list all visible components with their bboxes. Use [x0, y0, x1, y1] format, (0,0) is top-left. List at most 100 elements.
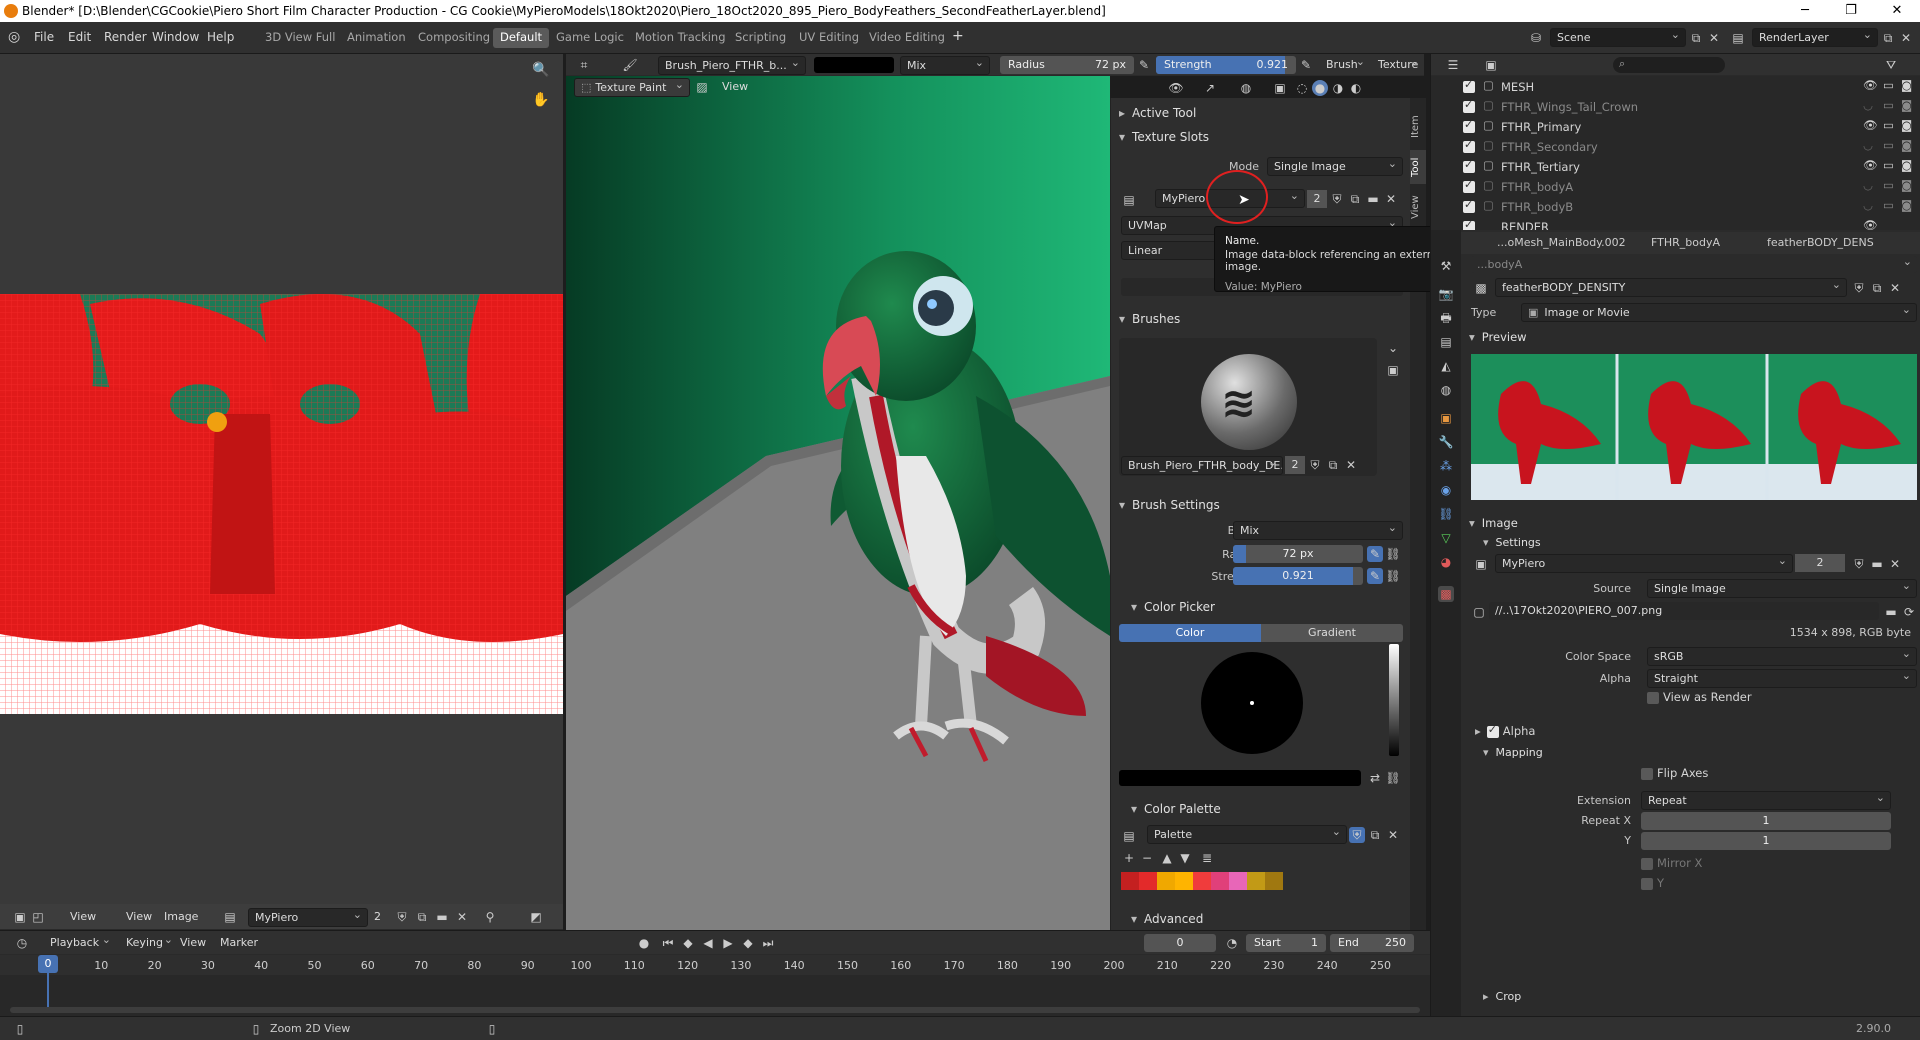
- open-image-icon[interactable]: ▬: [434, 909, 450, 925]
- viewport-icon[interactable]: ▭: [1883, 138, 1894, 152]
- tool-tab-icon[interactable]: ⚒: [1438, 258, 1454, 274]
- tab-view[interactable]: View: [1410, 190, 1426, 224]
- jump-start-icon[interactable]: ⏮: [660, 935, 676, 951]
- render-icon[interactable]: ◙: [1901, 178, 1912, 192]
- play-reverse-icon[interactable]: ◀: [700, 935, 716, 951]
- extension-dropdown[interactable]: Repeat: [1641, 791, 1891, 810]
- outliner-type-icon[interactable]: ☰: [1445, 57, 1461, 73]
- unlink-image-icon[interactable]: ✕: [1383, 191, 1399, 207]
- strength-field[interactable]: 0.921: [1233, 567, 1363, 585]
- view-layer-tab-icon[interactable]: ▤: [1438, 334, 1454, 350]
- menu-edit[interactable]: Edit: [68, 30, 91, 44]
- delete-scene-icon[interactable]: ✕: [1706, 30, 1722, 46]
- outliner-row[interactable]: ▢ FTHR_Tertiary 👁 ▭ ◙: [1431, 156, 1920, 176]
- uv-select-icon[interactable]: ◰: [30, 909, 46, 925]
- image-fake-user-icon[interactable]: ⛨: [1851, 556, 1867, 572]
- image-name-field[interactable]: MyPiero: [1495, 554, 1793, 573]
- breadcrumb-mesh[interactable]: ...oMesh_MainBody.002: [1497, 236, 1626, 249]
- xray-icon[interactable]: ▣: [1272, 80, 1288, 96]
- brush-color-swatch[interactable]: [814, 57, 894, 73]
- outliner-row[interactable]: ▢ FTHR_Wings_Tail_Crown ◡ ▭ ◙: [1431, 96, 1920, 116]
- brush-fake-user-icon[interactable]: ⛨: [1307, 457, 1323, 473]
- blend-mode-dropdown[interactable]: Mix: [900, 56, 990, 75]
- fake-user-icon[interactable]: ⛨: [394, 909, 410, 925]
- fake-user-icon[interactable]: ⛨: [1329, 191, 1345, 207]
- tab-scripting[interactable]: Scripting: [728, 28, 793, 48]
- image-section[interactable]: Image: [1461, 512, 1920, 534]
- outliner-row[interactable]: ▢ MESH 👁 ▭ ◙: [1431, 76, 1920, 96]
- solid-shading-icon[interactable]: ●: [1312, 80, 1328, 96]
- palette-duplicate-icon[interactable]: ⧉: [1367, 827, 1383, 843]
- palette-swatch[interactable]: [1157, 872, 1175, 890]
- overlay-toggle-icon[interactable]: ◍: [1238, 80, 1254, 96]
- image-unlink-icon[interactable]: ✕: [1887, 556, 1903, 572]
- alpha-mode-dropdown[interactable]: Straight: [1647, 669, 1917, 688]
- 3d-viewport[interactable]: [566, 76, 1110, 930]
- open-image-icon[interactable]: ▬: [1365, 191, 1381, 207]
- gradient-tab[interactable]: Gradient: [1261, 624, 1403, 642]
- record-icon[interactable]: ●: [636, 935, 652, 951]
- editor-type-icon[interactable]: ▣: [12, 909, 28, 925]
- texture-slot-dropdown[interactable]: ...bodyA: [1471, 256, 1917, 273]
- data-tab-icon[interactable]: ▽: [1438, 530, 1454, 546]
- render-icon[interactable]: ◙: [1901, 138, 1912, 152]
- next-keyframe-icon[interactable]: ◆: [740, 935, 756, 951]
- texture-slots-section[interactable]: Texture Slots: [1111, 126, 1410, 148]
- preview-section[interactable]: Preview: [1461, 326, 1920, 348]
- brush-settings-section[interactable]: Brush Settings: [1111, 494, 1410, 516]
- tab-tool[interactable]: Tool: [1410, 150, 1426, 184]
- eye-icon[interactable]: 👁: [1863, 78, 1878, 92]
- playback-menu[interactable]: Playback: [44, 934, 116, 951]
- colorspace-dropdown[interactable]: sRGB: [1647, 647, 1917, 666]
- brush-menu[interactable]: Brush: [1320, 56, 1370, 73]
- palette-add-icon[interactable]: +: [1121, 850, 1137, 866]
- render-layer-icon[interactable]: ▤: [1730, 30, 1746, 46]
- blender-menu-icon[interactable]: ◎: [8, 29, 20, 45]
- tab-uv-editing[interactable]: UV Editing: [792, 28, 866, 48]
- brush-image-icon[interactable]: ▣: [1385, 362, 1401, 378]
- radius-unit-icon[interactable]: ⛓: [1385, 546, 1401, 562]
- repeat-y-field[interactable]: 1: [1641, 832, 1891, 850]
- palette-sort-icon[interactable]: ≣: [1199, 850, 1215, 866]
- crop-section[interactable]: Crop: [1475, 986, 1920, 1008]
- new-layer-icon[interactable]: ⧉: [1880, 30, 1896, 46]
- eye-closed-icon[interactable]: ◡: [1863, 198, 1873, 212]
- object-tab-icon[interactable]: ▣: [1438, 410, 1454, 426]
- brushes-section[interactable]: Brushes: [1111, 308, 1410, 330]
- palette-browse-icon[interactable]: ▤: [1121, 828, 1137, 844]
- add-workspace-icon[interactable]: +: [952, 28, 964, 44]
- scene-selector[interactable]: Scene: [1550, 28, 1686, 47]
- delete-layer-icon[interactable]: ✕: [1898, 30, 1914, 46]
- render-icon[interactable]: ◙: [1901, 118, 1912, 132]
- render-tab-icon[interactable]: 📷: [1438, 286, 1454, 302]
- eye-closed-icon[interactable]: ◡: [1863, 178, 1873, 192]
- texture-fake-user-icon[interactable]: ⛨: [1851, 280, 1867, 296]
- filepath-field[interactable]: //..\17Okt2020\PIERO_007.png: [1489, 602, 1879, 620]
- color-wheel[interactable]: [1201, 652, 1303, 754]
- palette-name-field[interactable]: Palette: [1147, 825, 1347, 844]
- jump-end-icon[interactable]: ⏭: [760, 935, 776, 951]
- color-picker-section[interactable]: Color Picker: [1111, 596, 1410, 618]
- mode-selector[interactable]: ⬚ Texture Paint: [574, 78, 690, 97]
- radius-field[interactable]: 72 px: [1233, 545, 1363, 563]
- blend-dropdown[interactable]: Mix: [1233, 521, 1403, 540]
- eye-icon[interactable]: 👁: [1863, 118, 1878, 132]
- mirror-x-checkbox[interactable]: Mirror X: [1641, 856, 1702, 876]
- rendered-shading-icon[interactable]: ◐: [1348, 80, 1364, 96]
- brush-users-count[interactable]: 2: [1285, 456, 1305, 474]
- timeline-view-menu[interactable]: View: [180, 936, 206, 949]
- timeline-scrollbar[interactable]: [10, 1007, 1420, 1013]
- menu-help[interactable]: Help: [207, 30, 234, 44]
- radius-pressure-icon[interactable]: ✎: [1136, 57, 1152, 73]
- menu-render[interactable]: Render: [104, 30, 147, 44]
- active-tool-section[interactable]: Active Tool: [1111, 102, 1410, 124]
- alpha-checkbox[interactable]: ▸Alpha: [1475, 723, 1535, 744]
- start-frame-field[interactable]: Start 1: [1246, 934, 1326, 952]
- unlink-image-icon[interactable]: ✕: [454, 909, 470, 925]
- frame-ruler[interactable]: 0 10 20 30 40 50 60 70 80 90 100 110 120 130 140 150 160…: [0, 955, 1430, 975]
- pan-hand-icon[interactable]: ✋: [532, 92, 549, 108]
- eye-closed-icon[interactable]: ◡: [1863, 138, 1873, 152]
- file-browse-icon[interactable]: ▬: [1883, 604, 1899, 620]
- menu-file[interactable]: File: [34, 30, 54, 44]
- viewport-icon[interactable]: ▭: [1883, 118, 1894, 132]
